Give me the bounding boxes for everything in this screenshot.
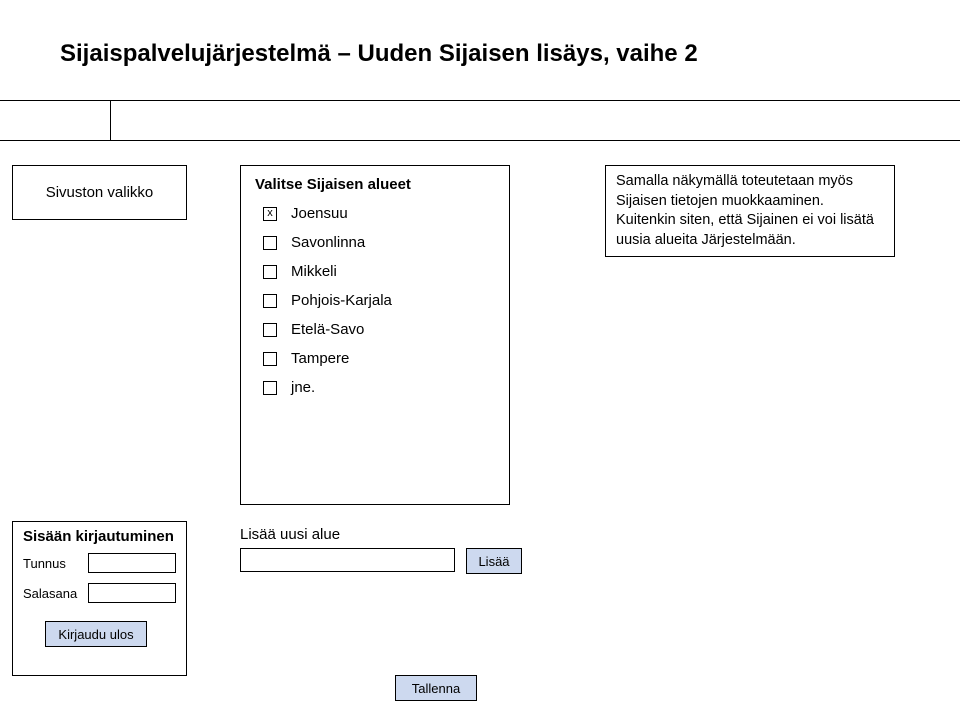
area-label: Savonlinna [291,234,365,251]
page-title: Sijaispalvelujärjestelmä – Uuden Sijaise… [60,40,698,68]
area-row[interactable]: Tampere [255,350,495,367]
login-username-row: Tunnus [23,553,176,573]
area-label: Mikkeli [291,263,337,280]
logout-button-label: Kirjaudu ulos [58,627,133,642]
checkbox-icon[interactable] [263,236,277,250]
areas-title: Valitse Sijaisen alueet [255,176,495,193]
password-field[interactable] [88,583,176,603]
page-header: Sijaispalvelujärjestelmä – Uuden Sijaise… [0,0,960,140]
password-label: Salasana [23,586,88,601]
divider [0,140,960,141]
area-row[interactable]: x Joensuu [255,205,495,222]
divider [110,100,111,140]
checkbox-icon[interactable] [263,352,277,366]
username-field[interactable] [88,553,176,573]
login-panel: Sisään kirjautuminen Tunnus Salasana Kir… [12,521,187,676]
checkbox-icon[interactable]: x [263,207,277,221]
area-row[interactable]: Mikkeli [255,263,495,280]
sidebar-menu[interactable]: Sivuston valikko [12,165,187,220]
info-note: Samalla näkymällä toteutetaan myös Sijai… [605,165,895,257]
login-title: Sisään kirjautuminen [23,528,176,545]
checkbox-icon[interactable] [263,381,277,395]
logout-button[interactable]: Kirjaudu ulos [45,621,147,647]
add-area-label: Lisää uusi alue [240,526,340,543]
add-area-input[interactable] [240,548,455,572]
area-row[interactable]: Savonlinna [255,234,495,251]
area-label: Joensuu [291,205,348,222]
area-label: Etelä-Savo [291,321,364,338]
area-label: jne. [291,379,315,396]
area-row[interactable]: Etelä-Savo [255,321,495,338]
area-row[interactable]: Pohjois-Karjala [255,292,495,309]
area-label: Tampere [291,350,349,367]
area-row[interactable]: jne. [255,379,495,396]
save-button-label: Tallenna [412,681,460,696]
areas-panel: Valitse Sijaisen alueet x Joensuu Savonl… [240,165,510,505]
login-password-row: Salasana [23,583,176,603]
sidebar-menu-label: Sivuston valikko [46,184,154,201]
checkbox-icon[interactable] [263,323,277,337]
divider [0,100,960,101]
info-text: Samalla näkymällä toteutetaan myös Sijai… [616,173,874,248]
add-area-button[interactable]: Lisää [466,548,522,574]
add-area-button-label: Lisää [478,554,509,569]
save-button[interactable]: Tallenna [395,675,477,701]
area-label: Pohjois-Karjala [291,292,392,309]
checkbox-icon[interactable] [263,294,277,308]
username-label: Tunnus [23,556,88,571]
checkbox-icon[interactable] [263,265,277,279]
